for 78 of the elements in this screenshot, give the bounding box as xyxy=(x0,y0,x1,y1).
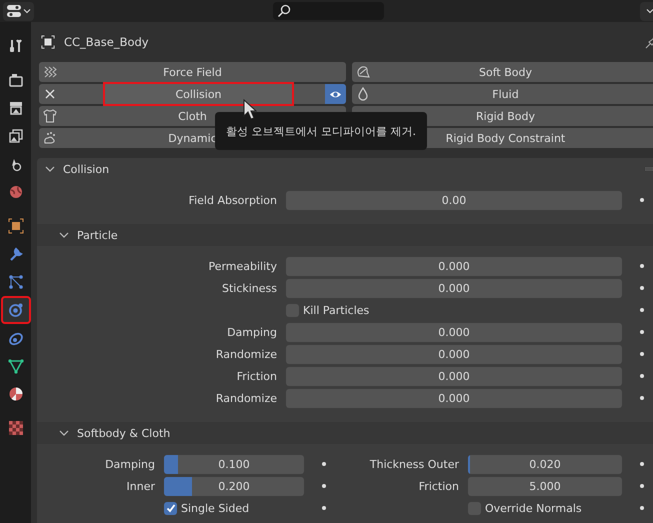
triangle-icon xyxy=(8,358,24,374)
keyframe-dot[interactable] xyxy=(640,462,644,466)
drop-icon xyxy=(356,87,370,101)
panel-title: Collision xyxy=(63,162,110,176)
field-label: Field Absorption xyxy=(188,194,277,206)
physics-button[interactable]: Fluid xyxy=(352,84,653,104)
sphere-icon xyxy=(8,386,24,402)
keyframe-dot[interactable] xyxy=(640,308,644,312)
number-field[interactable]: 0.000 xyxy=(286,322,622,342)
keyframe-dot[interactable] xyxy=(640,330,644,334)
checker-icon xyxy=(8,420,24,436)
tools-icon xyxy=(8,38,24,54)
printer-icon xyxy=(8,100,24,116)
field-label: Damping xyxy=(104,458,155,470)
field-label: Randomize xyxy=(214,392,277,404)
field-label: Inner xyxy=(126,480,155,492)
shirt-icon xyxy=(43,109,57,123)
globe-icon xyxy=(8,184,24,200)
subpanel-title: Softbody & Cloth xyxy=(77,426,170,440)
wrench-icon xyxy=(8,246,24,262)
object-icon xyxy=(41,35,55,49)
subpanel-title: Particle xyxy=(77,228,118,242)
field-label: Friction xyxy=(418,480,459,492)
number-field[interactable]: 5.000 xyxy=(468,476,622,496)
keyframe-dot[interactable] xyxy=(640,506,644,510)
field-label: Permeability xyxy=(207,260,277,272)
eye-toggle[interactable] xyxy=(325,84,346,104)
keyframe-dot[interactable] xyxy=(640,396,644,400)
checkbox-label: Single Sided xyxy=(181,502,250,514)
number-field[interactable]: 0.000 xyxy=(286,366,622,386)
editor-type-button[interactable] xyxy=(3,2,34,20)
field-label: Randomize xyxy=(214,348,277,360)
keyframe-dot[interactable] xyxy=(640,352,644,356)
keyframe-dot[interactable] xyxy=(640,374,644,378)
number-field[interactable]: 0.00 xyxy=(286,190,622,210)
chevron-icon[interactable] xyxy=(59,230,69,240)
physics-button[interactable]: Collision xyxy=(105,84,292,104)
number-field[interactable]: 0.000 xyxy=(286,388,622,408)
cursor-icon xyxy=(243,99,257,121)
number-field[interactable]: 0.000 xyxy=(286,278,622,298)
search-field[interactable] xyxy=(273,2,384,20)
object-name: CC_Base_Body xyxy=(64,35,149,49)
checkbox[interactable] xyxy=(164,502,177,514)
field-label: Stickiness xyxy=(220,282,277,294)
close-icon[interactable] xyxy=(43,87,57,101)
field-label: Damping xyxy=(226,326,277,338)
physics-button[interactable]: Force Field xyxy=(39,62,346,82)
caret-icon xyxy=(646,7,653,15)
keyframe-dot[interactable] xyxy=(322,484,326,488)
keyframe-dot[interactable] xyxy=(322,506,326,510)
chevron-icon[interactable] xyxy=(59,428,69,438)
physics-button[interactable]: Soft Body xyxy=(352,62,653,82)
caret-icon xyxy=(23,7,31,15)
camera-icon xyxy=(8,72,24,88)
keyframe-dot[interactable] xyxy=(640,264,644,268)
images-icon xyxy=(8,128,24,144)
tooltip: 활성 오브젝트에서 모디파이어를 제거. xyxy=(215,112,427,150)
checkbox-label: Override Normals xyxy=(485,502,582,514)
chevron-icon[interactable] xyxy=(45,164,55,174)
wave-icon xyxy=(43,65,57,79)
keyframe-dot[interactable] xyxy=(322,462,326,466)
number-field[interactable]: 0.200 xyxy=(164,476,304,496)
field-label: Thickness Outer xyxy=(368,458,459,470)
nodes-icon xyxy=(8,274,24,290)
checkbox-label: Kill Particles xyxy=(303,304,370,316)
keyframe-dot[interactable] xyxy=(640,286,644,290)
brush-icon xyxy=(43,131,57,145)
keyframe-dot[interactable] xyxy=(640,198,644,202)
keyframe-dot[interactable] xyxy=(640,484,644,488)
square-icon xyxy=(8,218,24,234)
number-field[interactable]: 0.020 xyxy=(468,454,622,474)
number-field[interactable]: 0.000 xyxy=(286,344,622,364)
toggles-icon xyxy=(6,3,22,19)
number-field[interactable]: 0.000 xyxy=(286,256,622,276)
field-label: Friction xyxy=(236,370,277,382)
number-field[interactable]: 0.100 xyxy=(164,454,304,474)
orbit-icon xyxy=(8,302,24,318)
search-icon xyxy=(277,4,291,18)
